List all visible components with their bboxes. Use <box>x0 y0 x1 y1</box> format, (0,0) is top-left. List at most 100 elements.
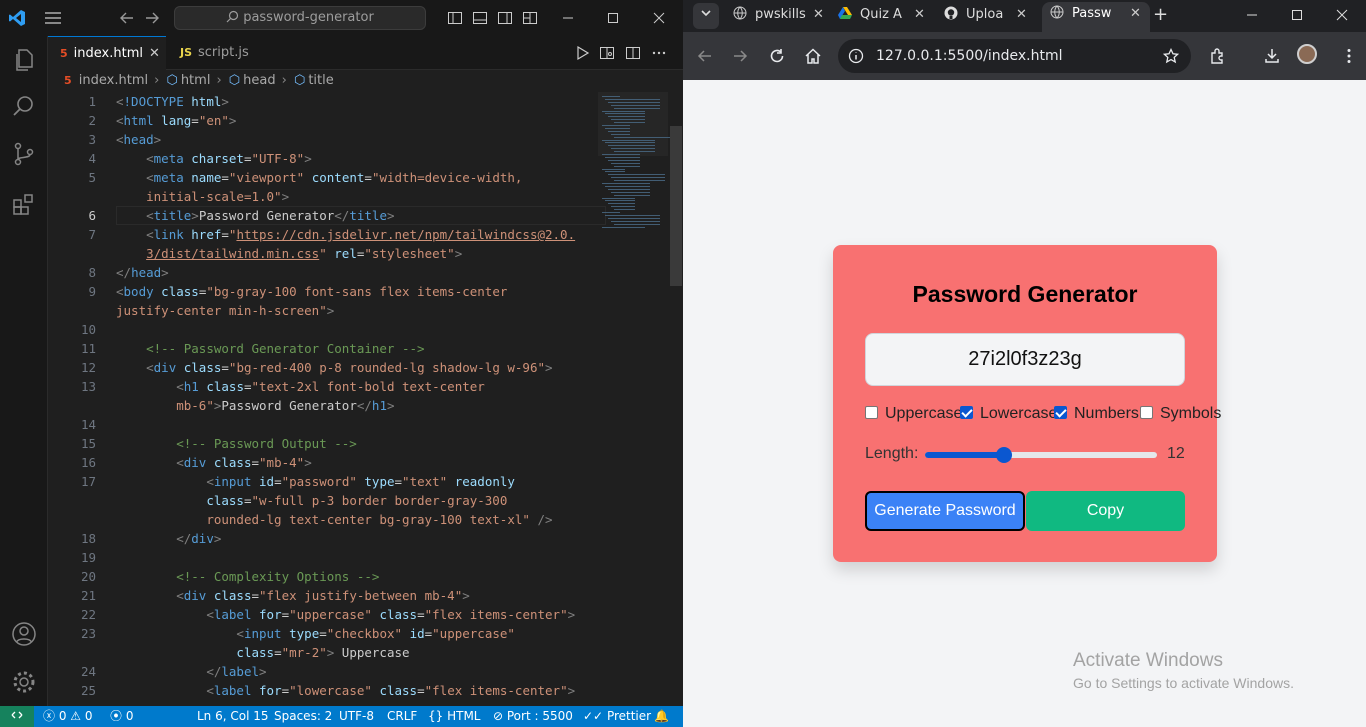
run-icon[interactable] <box>574 45 590 61</box>
close-window-icon[interactable] <box>1333 6 1351 24</box>
back-arrow-icon[interactable] <box>696 47 714 65</box>
symbols-checkbox[interactable] <box>1140 406 1153 419</box>
browser-tab-pwskills[interactable]: pwskills ✕ <box>731 2 826 28</box>
forward-arrow-icon[interactable] <box>143 9 161 27</box>
slider-thumb[interactable] <box>995 447 1012 463</box>
code-line[interactable]: <title>Password Generator</title> <box>116 206 394 225</box>
browser-tab-quiz[interactable]: Quiz A ✕ <box>836 2 926 28</box>
open-preview-icon[interactable] <box>599 45 615 61</box>
code-line[interactable]: rounded-lg text-center bg-gray-100 text-… <box>116 510 552 529</box>
explorer-icon[interactable] <box>11 47 37 73</box>
length-slider[interactable] <box>925 447 1157 463</box>
code-line[interactable]: <meta charset="UTF-8"> <box>116 149 312 168</box>
ports-indicator[interactable]: ⦿ 0 <box>110 706 133 727</box>
browser-tab-password[interactable]: Passw ✕ <box>1042 2 1150 32</box>
code-line[interactable]: <div class="bg-red-400 p-8 rounded-lg sh… <box>116 358 552 377</box>
extensions-icon[interactable] <box>11 191 37 217</box>
code-line[interactable]: </head> <box>116 263 169 282</box>
uppercase-checkbox[interactable] <box>865 406 878 419</box>
option-symbols[interactable]: Symbols <box>1140 405 1221 423</box>
line-ending[interactable]: CRLF <box>387 706 417 727</box>
code-line[interactable]: mb-6">Password Generator</h1> <box>116 396 394 415</box>
code-line[interactable]: <!-- Password Output --> <box>116 434 357 453</box>
kebab-menu-icon[interactable] <box>1340 47 1358 65</box>
close-window-icon[interactable] <box>649 8 669 28</box>
tab-index-html[interactable]: 5 index.html ✕ <box>48 36 166 70</box>
toggle-panel-icon[interactable] <box>472 10 488 26</box>
settings-gear-icon[interactable] <box>11 669 37 695</box>
command-center-search[interactable]: password-generator <box>174 6 426 30</box>
code-line[interactable]: <body class="bg-gray-100 font-sans flex … <box>116 282 507 301</box>
code-line[interactable]: <head> <box>116 130 161 149</box>
toggle-sidebar-icon[interactable] <box>447 10 463 26</box>
breadcrumb-item[interactable]: head <box>243 73 275 88</box>
editor-scrollbar[interactable] <box>670 126 682 286</box>
indentation[interactable]: Spaces: 2 <box>274 706 332 727</box>
maximize-icon[interactable] <box>1288 6 1306 24</box>
minimap[interactable] <box>598 92 670 228</box>
tab-script-js[interactable]: JS script.js <box>168 36 278 70</box>
option-lowercase[interactable]: Lowercase <box>960 405 1057 423</box>
close-tab-icon[interactable]: ✕ <box>1016 2 1027 28</box>
code-line[interactable]: <html lang="en"> <box>116 111 236 130</box>
numbers-checkbox[interactable] <box>1054 406 1067 419</box>
minimize-icon[interactable] <box>558 8 578 28</box>
download-icon[interactable] <box>1263 47 1281 65</box>
accounts-icon[interactable] <box>11 621 37 647</box>
breadcrumb-item[interactable]: index.html <box>79 73 148 88</box>
code-line[interactable]: <div class="mb-4"> <box>116 453 312 472</box>
lowercase-checkbox[interactable] <box>960 406 973 419</box>
code-line[interactable]: <!-- Password Generator Container --> <box>116 339 424 358</box>
notifications-bell-icon[interactable]: 🔔 <box>654 706 669 727</box>
code-line[interactable]: <label for="lowercase" class="flex items… <box>116 681 575 700</box>
back-arrow-icon[interactable] <box>118 9 136 27</box>
code-line[interactable]: initial-scale=1.0"> <box>116 187 289 206</box>
encoding[interactable]: UTF-8 <box>339 706 374 727</box>
generate-password-button[interactable]: Generate Password <box>865 491 1025 531</box>
password-output[interactable] <box>865 333 1185 386</box>
code-line[interactable]: 3/dist/tailwind.min.css" rel="stylesheet… <box>116 244 462 263</box>
close-tab-icon[interactable]: ✕ <box>1130 2 1141 26</box>
code-line[interactable]: <!-- Complexity Options --> <box>116 567 379 586</box>
split-editor-icon[interactable] <box>625 45 641 61</box>
reload-icon[interactable] <box>768 47 786 65</box>
minimize-icon[interactable] <box>1243 6 1261 24</box>
code-editor[interactable]: 1 2 3 4 5 6 7 8 9 10 11 12 13 14 15 16 17 18 19 20 21 22 23 24 2… <box>48 92 683 706</box>
close-tab-icon[interactable]: ✕ <box>813 2 824 28</box>
more-actions-icon[interactable] <box>651 45 667 61</box>
extensions-puzzle-icon[interactable] <box>1209 47 1227 65</box>
forward-arrow-icon[interactable] <box>731 47 749 65</box>
code-line[interactable]: <meta name="viewport" content="width=dev… <box>116 168 522 187</box>
close-tab-icon[interactable]: ✕ <box>149 37 160 71</box>
maximize-icon[interactable] <box>603 8 623 28</box>
code-line[interactable]: class="mr-2"> Uppercase <box>116 643 409 662</box>
breadcrumb-item[interactable]: title <box>308 73 333 88</box>
code-line[interactable]: justify-center min-h-screen"> <box>116 301 334 320</box>
code-line[interactable]: <input type="checkbox" id="uppercase" <box>116 624 515 643</box>
code-line[interactable]: <div class="flex justify-between mb-4"> <box>116 586 470 605</box>
bookmark-star-icon[interactable] <box>1163 48 1179 64</box>
code-line[interactable]: <h1 class="text-2xl font-bold text-cente… <box>116 377 485 396</box>
customize-layout-icon[interactable] <box>522 10 538 26</box>
tab-search-button[interactable] <box>693 3 719 29</box>
menu-icon[interactable] <box>44 11 62 25</box>
code-line[interactable]: <link href="https://cdn.jsdelivr.net/npm… <box>116 225 575 244</box>
address-bar[interactable]: 127.0.0.1:5500/index.html <box>838 39 1191 73</box>
problems-indicator[interactable]: ⓧ 0 ⚠ 0 <box>43 706 93 727</box>
language-mode[interactable]: {} HTML <box>428 706 481 727</box>
option-uppercase[interactable]: Uppercase <box>865 405 962 423</box>
copy-button[interactable]: Copy <box>1026 491 1185 531</box>
home-icon[interactable] <box>804 47 822 65</box>
toggle-secondary-sidebar-icon[interactable] <box>497 10 513 26</box>
remote-indicator[interactable] <box>0 706 34 727</box>
site-info-icon[interactable] <box>848 48 864 64</box>
live-server-port[interactable]: ⊘ Port : 5500 <box>493 706 573 727</box>
code-line[interactable]: <label for="uppercase" class="flex items… <box>116 605 575 624</box>
code-line[interactable]: </div> <box>116 529 221 548</box>
option-numbers[interactable]: Numbers <box>1054 405 1139 423</box>
code-line[interactable]: <input id="password" type="text" readonl… <box>116 472 515 491</box>
source-control-icon[interactable] <box>11 141 37 167</box>
prettier-status[interactable]: ✓✓ Prettier <box>583 706 651 727</box>
search-icon[interactable] <box>11 93 37 119</box>
code-line[interactable]: class="w-full p-3 border border-gray-300 <box>116 491 507 510</box>
